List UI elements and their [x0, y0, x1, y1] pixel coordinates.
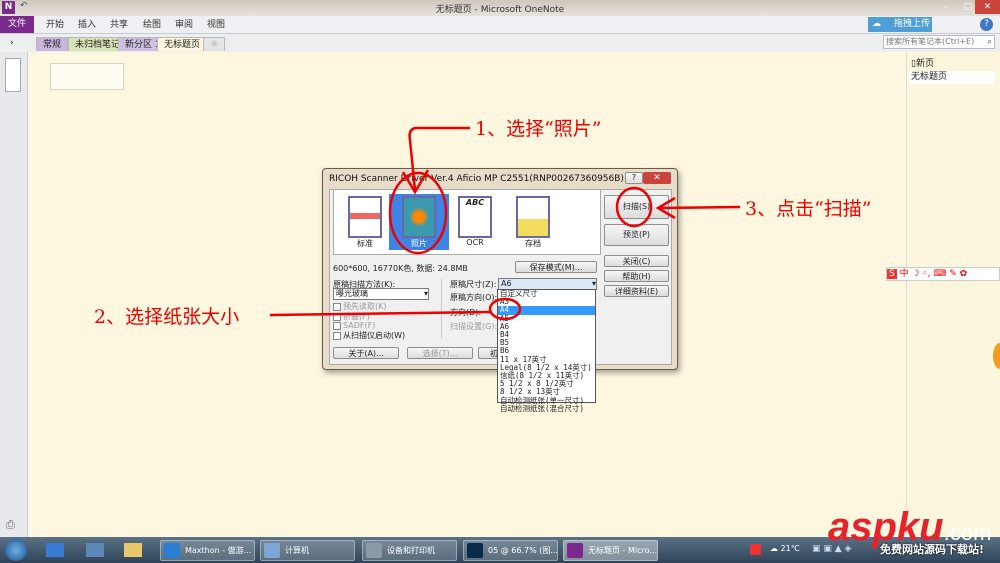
temperature: 21℃: [780, 544, 800, 553]
taskbar-onenote[interactable]: 无标题页 - Micro...: [563, 540, 658, 561]
circle-a4: [488, 297, 522, 321]
explorer-icon[interactable]: [124, 543, 142, 557]
taskbar-computer[interactable]: 计算机: [260, 540, 355, 561]
show-desktop-icon[interactable]: [46, 543, 64, 557]
circle-scan: [615, 186, 653, 228]
taskbar-photoshop[interactable]: 05 @ 66.7% (图...: [463, 540, 558, 561]
start-button[interactable]: [5, 539, 27, 561]
arrow-1: [408, 126, 470, 191]
annotation-step3: 3、点击“扫描”: [745, 198, 872, 220]
task-label: 无标题页 - Micro...: [588, 546, 657, 555]
weather-tray[interactable]: ☁ 21℃: [770, 544, 800, 553]
annotation-step2: 2、选择纸张大小: [94, 306, 240, 328]
taskbar-devices[interactable]: 设备和打印机: [362, 540, 457, 561]
watermark-tagline: 免费网站源码下载站!: [880, 543, 985, 556]
task-label: 计算机: [285, 546, 309, 555]
arrow-2: [269, 310, 491, 317]
annotation-marks: [269, 126, 741, 321]
task-label: 设备和打印机: [387, 546, 435, 555]
sogou-tray-icon[interactable]: [750, 544, 761, 555]
task-label: 05 @ 66.7% (图...: [488, 546, 558, 555]
arrow-3: [659, 205, 741, 210]
annotation-step1: 1、选择“照片”: [475, 118, 602, 140]
switch-windows-icon[interactable]: [86, 543, 104, 557]
taskbar-maxthon[interactable]: Maxthon - 傲游...: [160, 540, 255, 561]
task-label: Maxthon - 傲游...: [185, 546, 252, 555]
